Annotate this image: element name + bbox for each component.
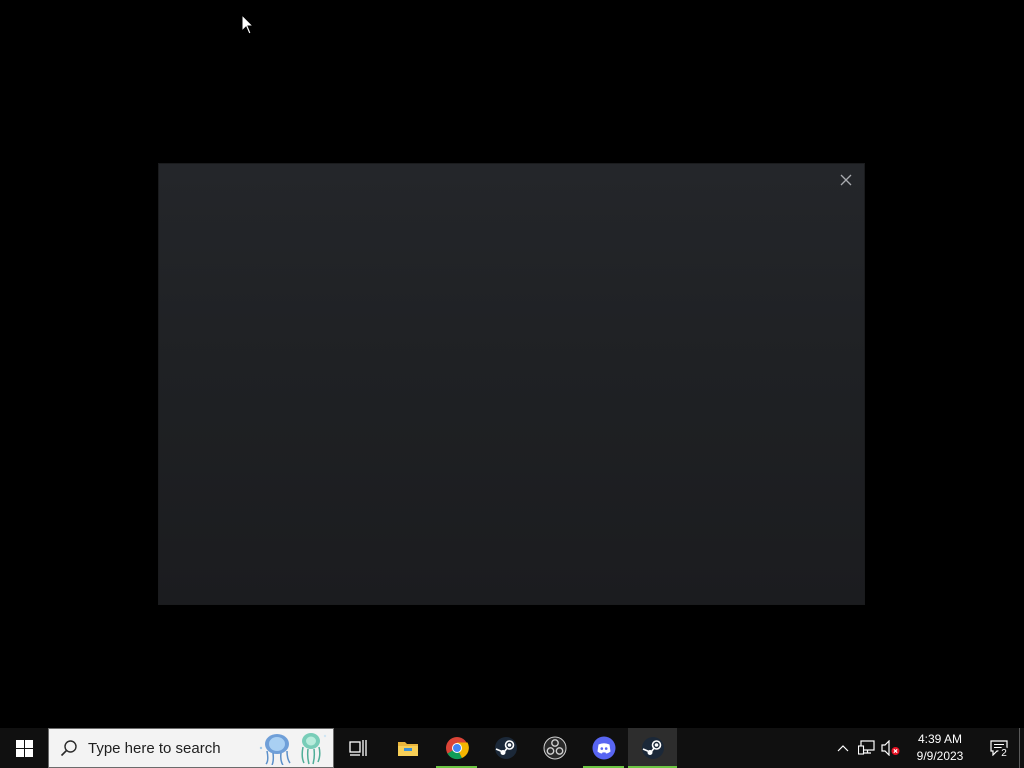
search-highlight-jellyfish-icon	[259, 733, 327, 765]
clock-date: 9/9/2023	[916, 749, 964, 763]
windows-logo-icon	[15, 739, 33, 757]
desktop	[0, 0, 1024, 728]
network-button[interactable]	[855, 728, 879, 768]
task-view-button[interactable]	[334, 728, 383, 768]
clock[interactable]: 4:39 AM 9/9/2023	[907, 728, 973, 768]
window-close-button[interactable]	[836, 170, 856, 190]
start-button[interactable]	[0, 728, 48, 768]
search-placeholder: Type here to search	[88, 739, 221, 757]
chrome-icon	[445, 737, 469, 760]
taskbar-steam[interactable]	[481, 728, 530, 768]
taskbar-file-explorer[interactable]	[383, 728, 432, 768]
notification-count-badge: 2	[998, 747, 1010, 759]
volume-button[interactable]	[879, 728, 903, 768]
close-icon	[840, 174, 852, 186]
obs-icon	[543, 736, 566, 760]
taskbar-chrome[interactable]	[432, 728, 481, 768]
taskbar-steam-active[interactable]	[628, 728, 677, 768]
system-tray: 4:39 AM 9/9/2023 2	[831, 728, 1024, 768]
chevron-up-icon	[837, 745, 849, 752]
show-hidden-icons-button[interactable]	[831, 728, 855, 768]
steam-icon	[494, 737, 517, 759]
steam-icon	[641, 737, 664, 759]
taskbar-obs[interactable]	[530, 728, 579, 768]
clock-time: 4:39 AM	[917, 732, 963, 746]
network-icon	[858, 740, 875, 755]
search-input[interactable]: Type here to search	[48, 728, 334, 768]
volume-muted-icon	[881, 740, 900, 756]
discord-icon	[592, 736, 615, 760]
mouse-pointer-icon	[241, 14, 255, 35]
show-desktop-button[interactable]	[1019, 728, 1024, 768]
steam-loading-window	[159, 164, 864, 604]
search-icon	[59, 738, 79, 758]
taskbar-discord[interactable]	[579, 728, 628, 768]
folder-icon	[397, 742, 418, 756]
taskbar: Type here to search 4:39 AM 9/9/2023 2	[0, 728, 1024, 768]
action-center-button[interactable]: 2	[979, 728, 1019, 768]
task-view-icon	[348, 740, 367, 756]
